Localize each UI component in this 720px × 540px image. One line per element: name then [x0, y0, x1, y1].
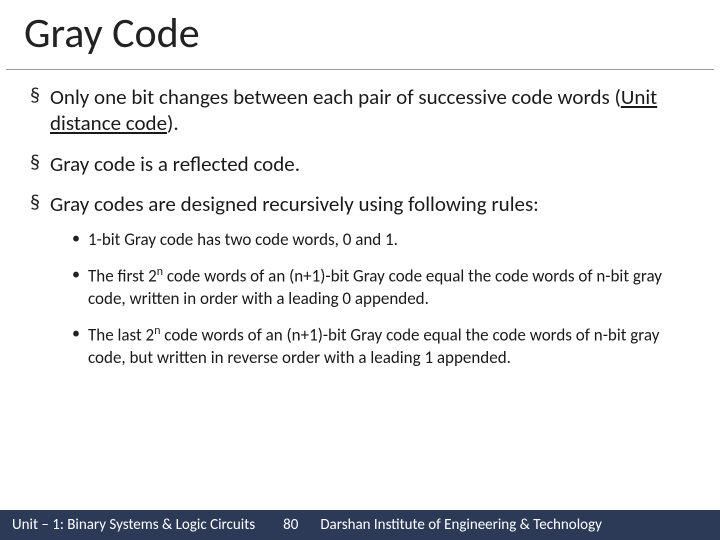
- footer-unit-label: Unit – 1: Binary Systems & Logic Circuit…: [12, 516, 255, 534]
- sub-bullet-2: The first 2n code words of an (n+1)-bit …: [72, 265, 698, 310]
- bullet-1-text-c: ).: [167, 110, 179, 136]
- content-area: Only one bit changes between each pair o…: [0, 84, 720, 369]
- sub-bullet-3-t1: The last 2: [88, 325, 154, 346]
- main-list: Only one bit changes between each pair o…: [30, 84, 698, 369]
- sub-list: 1-bit Gray code has two code words, 0 an…: [50, 217, 698, 369]
- sub-bullet-3-t2: code words of an (n+1)-bit Gray code equ…: [88, 325, 659, 368]
- sub-bullet-2-t2: code words of an (n+1)-bit Gray code equ…: [88, 266, 662, 309]
- sub-bullet-1-text: 1-bit Gray code has two code words, 0 an…: [88, 229, 398, 250]
- bullet-2-text: Gray code is a reflected code.: [50, 151, 300, 177]
- footer-page-number: 80: [283, 516, 298, 534]
- slide: Gray Code Only one bit changes between e…: [0, 0, 720, 540]
- bullet-3-text: Gray codes are designed recursively usin…: [50, 191, 539, 217]
- bullet-3: Gray codes are designed recursively usin…: [30, 191, 698, 369]
- sub-bullet-2-t1: The first 2: [88, 266, 157, 287]
- sub-bullet-1: 1-bit Gray code has two code words, 0 an…: [72, 229, 698, 251]
- bullet-2: Gray code is a reflected code.: [30, 151, 698, 177]
- bullet-1: Only one bit changes between each pair o…: [30, 84, 698, 137]
- sub-bullet-3: The last 2n code words of an (n+1)-bit G…: [72, 324, 698, 369]
- footer-institute: Darshan Institute of Engineering & Techn…: [320, 516, 602, 534]
- bullet-1-text-a: Only one bit changes between each pair o…: [50, 84, 621, 110]
- footer-bar: Unit – 1: Binary Systems & Logic Circuit…: [0, 510, 720, 540]
- page-title: Gray Code: [6, 0, 714, 70]
